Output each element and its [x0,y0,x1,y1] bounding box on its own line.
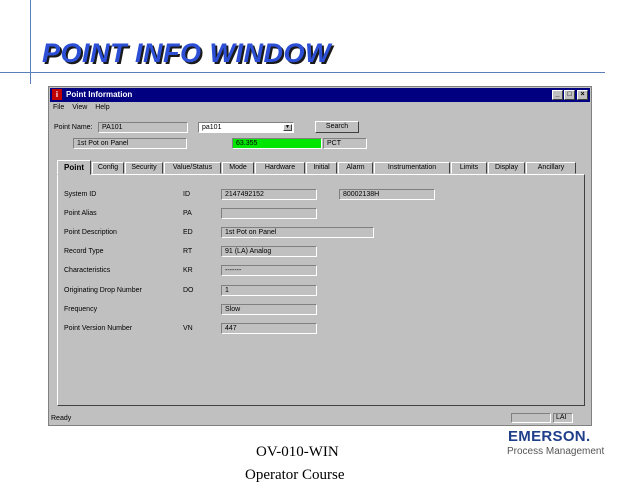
point-combo-value: pa101 [202,124,222,131]
window-title: Point Information [66,90,133,99]
tab-limits[interactable]: Limits [451,162,487,174]
field-label-system-id: System ID [64,191,97,198]
field-label-point-alias: Point Alias [64,210,97,217]
emerson-logo: EMERSON. [508,428,591,445]
tab-point[interactable]: Point [57,160,91,175]
tab-value-status[interactable]: Value/Status [164,162,221,174]
field-code-point-description: ED [183,229,193,236]
menu-bar: File View Help [53,104,116,111]
originating-drop-number-field[interactable]: 1 [221,285,317,296]
characteristics-field[interactable]: ------- [221,265,317,276]
point-description-display: 1st Pot on Panel [73,138,187,149]
units-display: PCT [323,138,367,149]
record-type-field[interactable]: 91 (LA) Analog [221,246,317,257]
close-button[interactable]: × [577,90,588,100]
field-code-point-alias: PA [183,210,192,217]
status-bar: Ready LAI [51,413,589,424]
slide-title: POINT INFO WINDOW [42,38,331,68]
minimize-button[interactable]: _ [552,90,563,100]
search-button[interactable]: Search [315,121,359,133]
point-description-field[interactable]: 1st Pot on Panel [221,227,374,238]
maximize-button[interactable]: □ [564,90,575,100]
info-icon: i [52,89,62,100]
frequency-field[interactable]: Slow [221,304,317,315]
menu-file[interactable]: File [53,104,64,111]
point-name-label: Point Name: [54,124,93,131]
field-label-point-version-number: Point Version Number [64,325,133,332]
point-version-number-field[interactable]: 447 [221,323,317,334]
field-label-originating-drop-number: Originating Drop Number [64,287,142,294]
menu-help[interactable]: Help [95,104,109,111]
field-code-record-type: RT [183,248,193,255]
tab-config[interactable]: Config [92,162,124,174]
field-code-originating-drop-number: DO [183,287,194,294]
field-code-characteristics: KR [183,267,193,274]
field-label-record-type: Record Type [64,248,104,255]
chevron-down-icon[interactable]: ▼ [283,124,292,131]
system-id-field[interactable]: 2147492152 [221,189,317,200]
tab-mode[interactable]: Mode [222,162,254,174]
field-label-point-description: Point Description [64,229,117,236]
menu-view[interactable]: View [72,104,87,111]
tab-instrumentation[interactable]: Instrumentation [374,162,450,174]
field-label-characteristics: Characteristics [64,267,111,274]
point-information-window: i Point Information _ □ × File View Help… [48,86,592,426]
live-value-display: 63.355 [232,138,322,149]
footer-course-name: Operator Course [245,467,345,483]
point-combo[interactable]: pa101 ▼ [198,122,294,133]
status-type-box: LAI [553,413,573,423]
field-code-point-version-number: VN [183,325,193,332]
tab-ancillary[interactable]: Ancillary [526,162,576,174]
slide-horizontal-rule [0,72,605,73]
tab-initial[interactable]: Initial [306,162,337,174]
status-text: Ready [51,415,72,422]
point-tab-panel: System ID ID 2147492152 80002138H Point … [57,174,585,406]
tab-display[interactable]: Display [488,162,525,174]
tab-hardware[interactable]: Hardware [255,162,305,174]
point-name-field[interactable]: PA101 [98,122,188,133]
point-alias-field[interactable] [221,208,317,219]
status-blank-box [511,413,551,423]
field-label-frequency: Frequency [64,306,98,313]
system-id-hex-field[interactable]: 80002138H [339,189,435,200]
tab-alarm[interactable]: Alarm [338,162,373,174]
tab-security[interactable]: Security [125,162,163,174]
window-titlebar[interactable]: i Point Information _ □ × [50,88,590,102]
footer-course-code: OV-010-WIN [256,444,339,460]
emerson-tagline: Process Management [507,446,605,457]
field-code-system-id: ID [183,191,190,198]
